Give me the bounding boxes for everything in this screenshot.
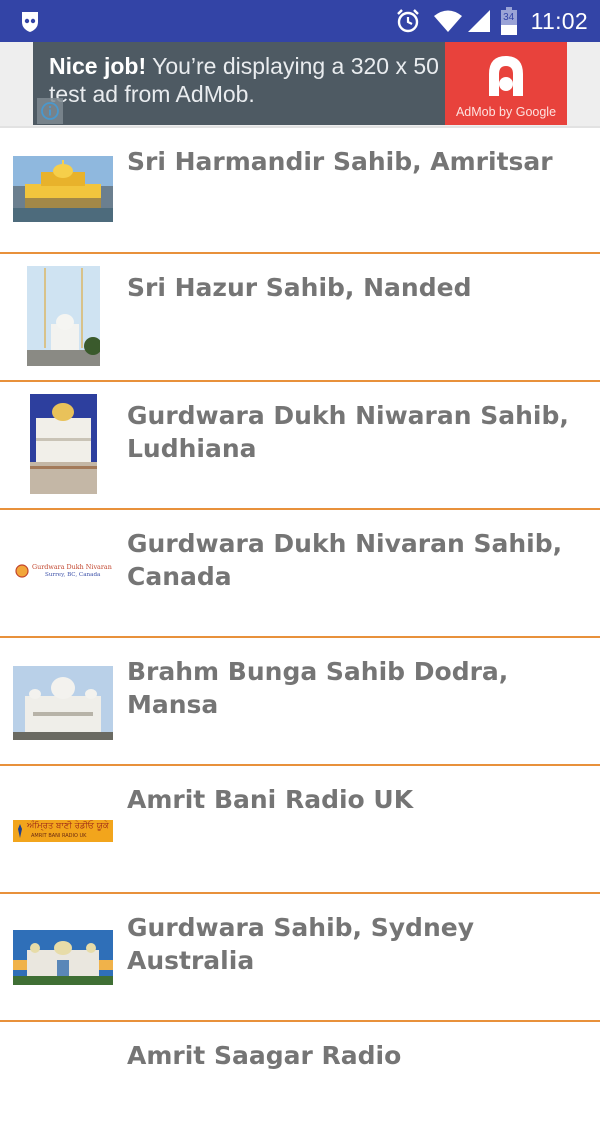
thumbnail-logo-line-2: Surrey, BC, Canada [45,572,101,578]
list-item[interactable]: ਅੰਮ੍ਰਿਤ ਬਾਣੀ ਰੇਡੀਓ ਯੂਕੇ AMRIT BANI RADIO… [0,766,600,894]
ad-banner[interactable]: Nice job! You’re displaying a 320 x 50 t… [33,42,567,125]
amrit-bani-radio-thumbnail: ਅੰਮ੍ਰਿਤ ਬਾਣੀ ਰੇਡੀਓ ਯੂਕੇ AMRIT BANI RADIO… [13,820,113,842]
dukh-nivaran-canada-thumbnail: Gurdwara Dukh Nivaran Sahib Surrey, BC, … [13,560,113,584]
admob-icon [489,56,523,96]
item-title: Sri Hazur Sahib, Nanded [127,273,472,302]
item-title: Amrit Saagar Radio [127,1041,402,1070]
ad-headline: Nice job! [49,53,147,79]
thumbnail-logo-line-1: Gurdwara Dukh Nivaran Sahib [32,563,113,571]
brahm-bunga-thumbnail [13,666,113,740]
thumbnail-logo-line-1: ਅੰਮ੍ਰਿਤ ਬਾਣੀ ਰੇਡੀਓ ਯੂਕੇ [27,821,109,831]
admob-logo[interactable]: AdMob by Google [445,42,567,125]
alarm-icon [395,8,421,34]
list-item[interactable]: Sri Hazur Sahib, Nanded [0,254,600,382]
battery-icon: 34 [500,7,517,35]
info-icon[interactable] [37,98,63,124]
clock: 11:02 [530,7,588,34]
list-item[interactable]: Brahm Bunga Sahib Dodra, Mansa [0,638,600,766]
list-item[interactable]: Gurdwara Dukh Niwaran Sahib, Ludhiana [0,382,600,510]
battery-level: 34 [503,12,515,23]
wifi-icon [433,9,463,33]
list-item[interactable]: Sri Harmandir Sahib, Amritsar [0,126,600,254]
status-bar: 34 11:02 [0,0,600,42]
hazur-sahib-thumbnail [27,266,100,366]
item-title: Gurdwara Dukh Niwaran Sahib, Ludhiana [127,401,569,463]
list-item[interactable]: Gurdwara Dukh Nivaran Sahib Surrey, BC, … [0,510,600,638]
item-title: Amrit Bani Radio UK [127,785,414,814]
gurdwara-list: Sri Harmandir Sahib, Amritsar Sri Hazur … [0,126,600,1148]
dukh-niwaran-ludhiana-thumbnail [30,394,97,494]
app-shield-icon [18,9,42,33]
ad-text[interactable]: Nice job! You’re displaying a 320 x 50 t… [49,52,449,108]
item-title: Brahm Bunga Sahib Dodra, Mansa [127,657,509,719]
item-title: Sri Harmandir Sahib, Amritsar [127,147,553,176]
admob-brand-label: AdMob by Google [455,105,557,119]
golden-temple-thumbnail [13,156,113,222]
sydney-gurdwara-thumbnail [13,930,113,985]
signal-icon [467,9,491,33]
thumbnail-logo-line-2: AMRIT BANI RADIO UK [31,833,87,839]
item-title: Gurdwara Dukh Nivaran Sahib, Canada [127,529,563,591]
list-item[interactable]: Gurdwara Sahib, Sydney Australia [0,894,600,1022]
ad-area: Nice job! You’re displaying a 320 x 50 t… [0,42,600,126]
list-item[interactable]: Amrit Saagar Radio [0,1022,600,1148]
item-title: Gurdwara Sahib, Sydney Australia [127,913,474,975]
